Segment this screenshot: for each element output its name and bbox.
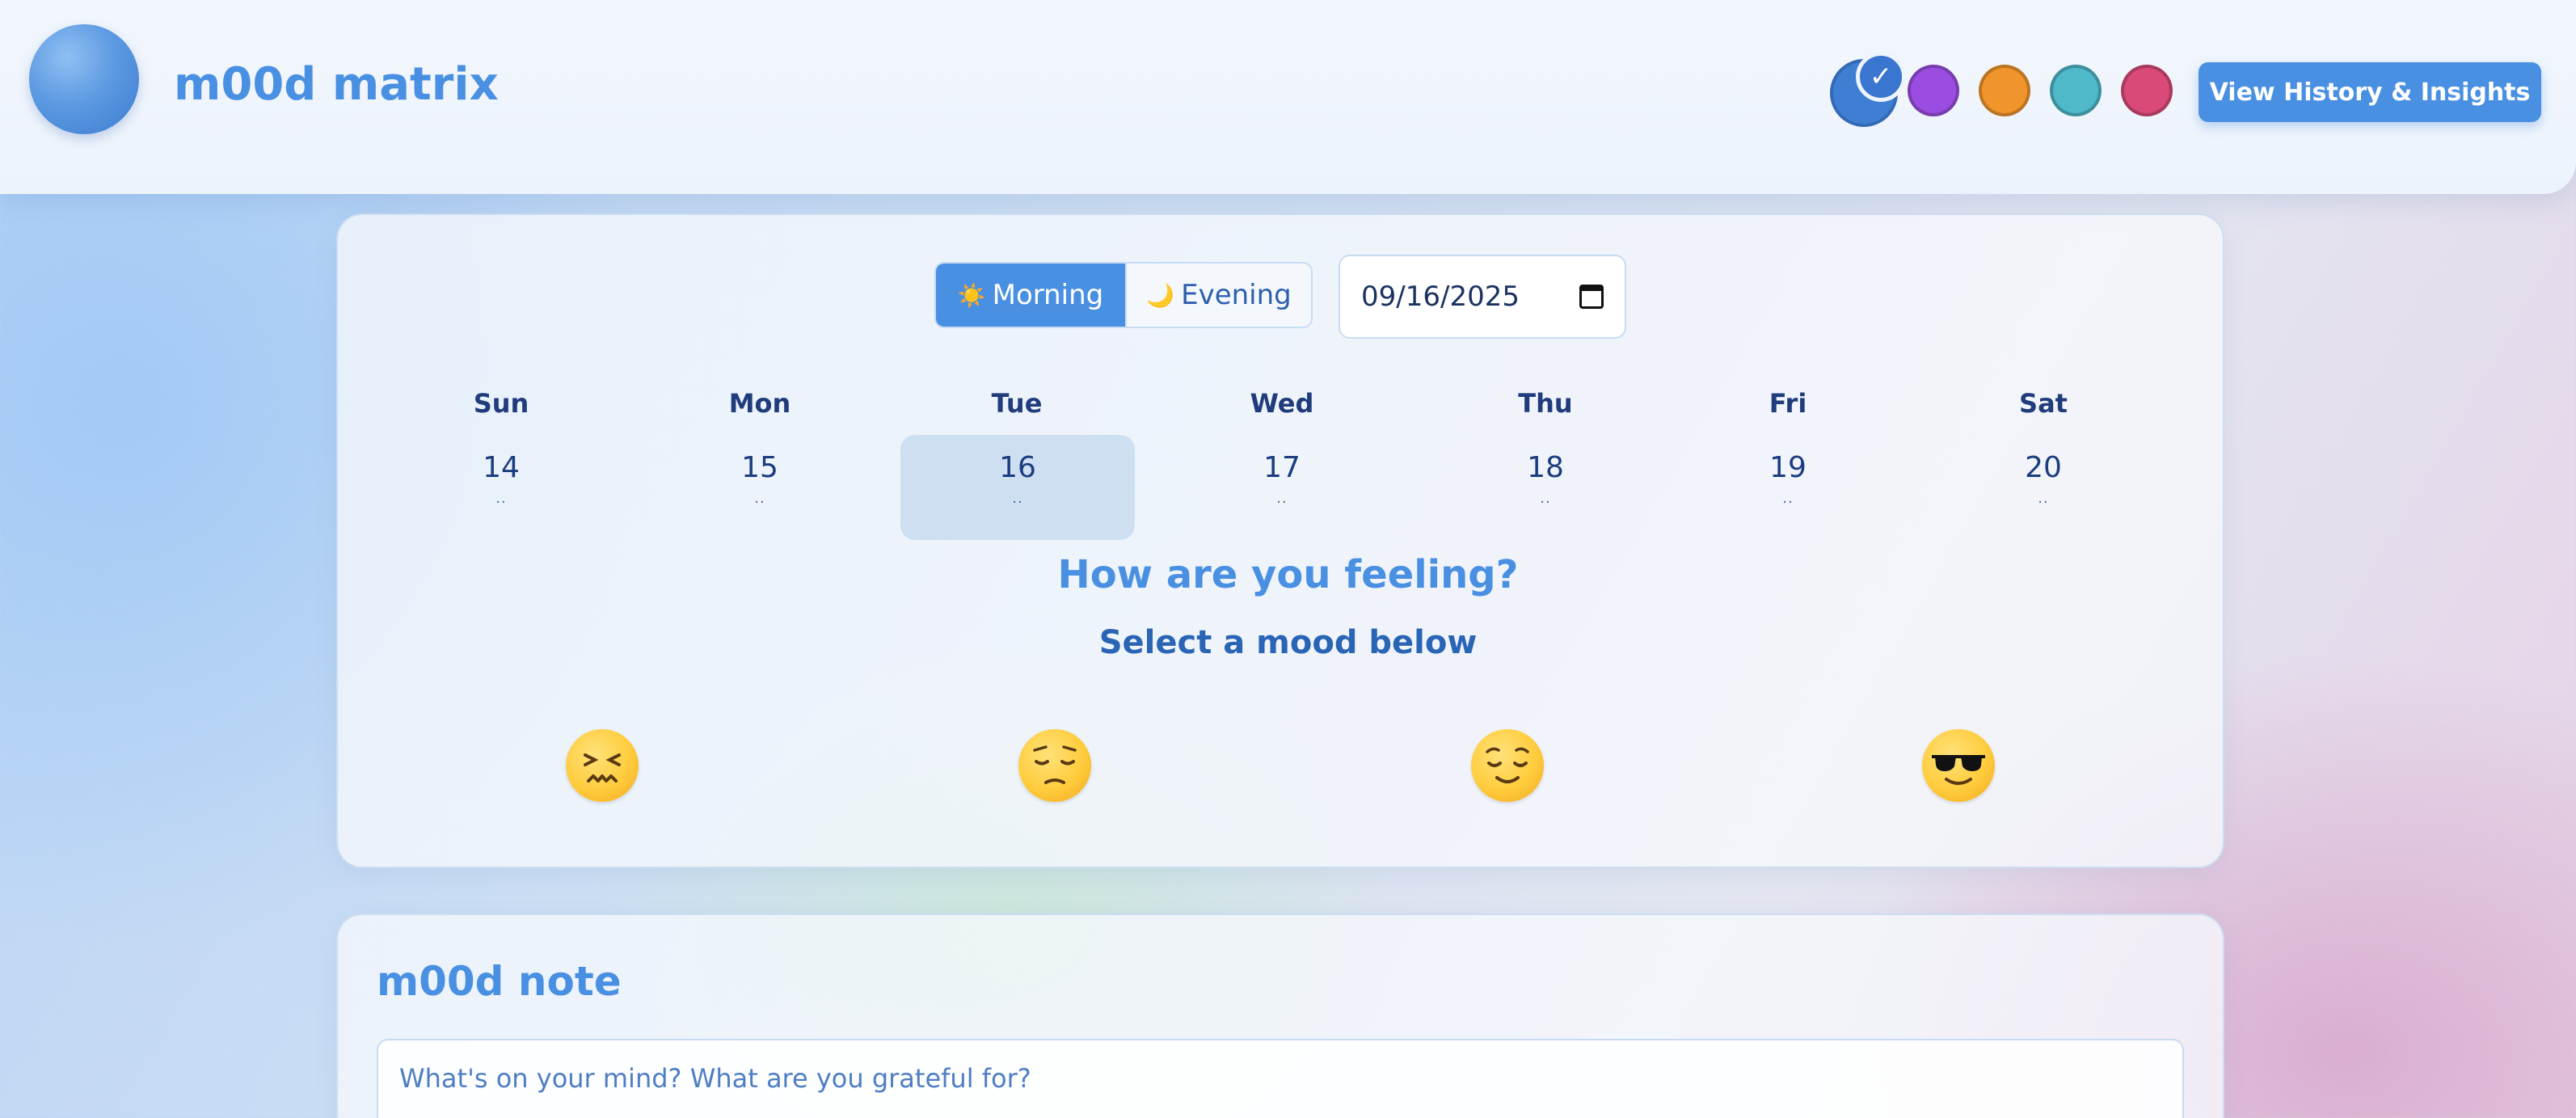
note-textarea[interactable]: What's on your mind? What are you gratef… [377,1039,2184,1118]
time-of-day-toggle: ☀️ Morning 🌙 Evening [934,262,1313,328]
day-mood-dots: .. [1276,490,1288,507]
day-cell-15[interactable]: 15 .. [643,435,877,540]
day-number: 19 [1769,451,1807,484]
day-cell-17[interactable]: 17 .. [1165,435,1399,540]
weekday-label-sat: Sat [2019,388,2068,419]
day-mood-dots: .. [1012,490,1023,507]
mood-question-heading: How are you feeling? [1057,552,1519,597]
date-value: 09/16/2025 [1361,281,1520,313]
check-icon: ✓ [1856,52,1906,102]
day-mood-dots: .. [1782,490,1794,507]
day-number: 20 [2025,451,2062,484]
day-mood-dots: .. [2038,490,2049,507]
day-number: 14 [483,451,520,484]
day-cell-19[interactable]: 19 .. [1671,435,1905,540]
note-title: m00d note [377,958,622,1005]
day-number: 15 [741,451,778,484]
day-mood-dots: .. [1540,490,1551,507]
theme-swatch-pink[interactable] [2121,65,2173,116]
date-picker-input[interactable]: 09/16/2025 [1339,255,1626,339]
day-cell-14[interactable]: 14 .. [384,435,618,540]
theme-swatch-teal[interactable] [2050,65,2102,116]
weekday-label-wed: Wed [1250,388,1314,419]
day-mood-dots: .. [754,490,765,507]
weekday-label-tue: Tue [991,388,1043,419]
calendar-icon[interactable] [1579,285,1604,309]
weekday-label-sun: Sun [473,388,529,419]
day-cell-20[interactable]: 20 .. [1926,435,2161,540]
weekday-label-mon: Mon [728,388,791,419]
evening-toggle-button[interactable]: 🌙 Evening [1125,264,1311,327]
day-number: 18 [1527,451,1564,484]
mood-instruction: Select a mood below [1098,624,1478,661]
app-title: m00d matrix [174,58,499,111]
morning-toggle-button[interactable]: ☀️ Morning [936,264,1125,327]
weekday-label-fri: Fri [1769,388,1807,419]
theme-swatch-purple[interactable] [1908,65,1959,116]
day-cell-18[interactable]: 18 .. [1428,435,1663,540]
sun-icon: ☀️ [957,281,986,309]
morning-label: Morning [992,279,1104,311]
moon-icon: 🌙 [1146,281,1175,309]
evening-label: Evening [1181,279,1292,311]
pensive-face-icon[interactable] [1018,729,1091,802]
note-placeholder: What's on your mind? What are you gratef… [399,1063,1031,1094]
day-number: 17 [1263,451,1301,484]
view-history-button[interactable]: View History & Insights [2199,62,2541,122]
day-number: 16 [999,451,1036,484]
sunglasses-face-icon[interactable] [1922,729,1995,802]
confounded-face-icon[interactable] [566,729,639,802]
day-mood-dots: .. [495,490,507,507]
relieved-face-icon[interactable] [1471,729,1544,802]
app-header: m00d matrix ✓ View History & Insights [0,0,2576,194]
day-cell-16[interactable]: 16 .. [900,435,1135,540]
weekday-label-thu: Thu [1518,388,1573,419]
theme-swatch-orange[interactable] [1979,65,2030,116]
logo-orb-icon [29,24,139,134]
